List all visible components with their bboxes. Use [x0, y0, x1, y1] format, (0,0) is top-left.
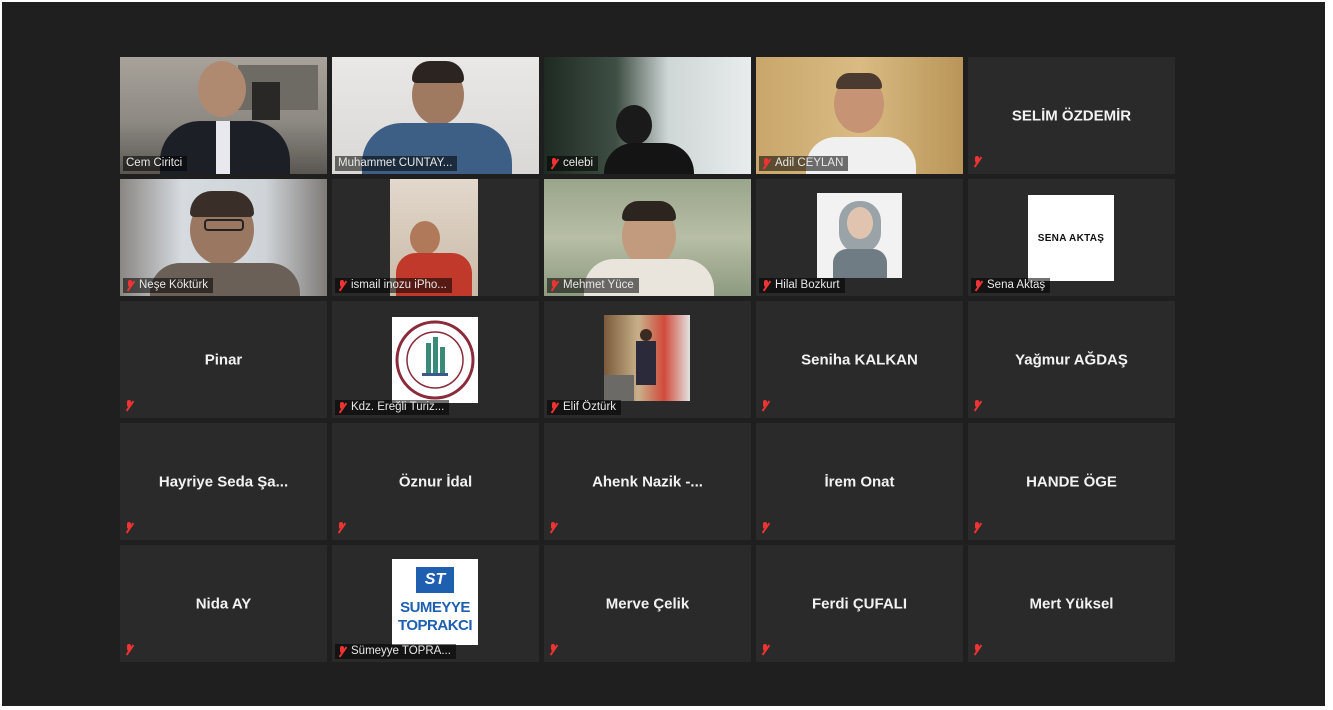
participant-tile-elif-ozturk[interactable]: Elif Öztürk — [544, 301, 751, 418]
participant-grid: Cem Ciritci Muhammet CUNTAY... celebi Ad… — [120, 57, 1175, 662]
participant-tile-nida-ay[interactable]: Nida AY — [120, 545, 327, 662]
participant-tile-selim-ozdemir[interactable]: SELİM ÖZDEMİR — [968, 57, 1175, 174]
participant-name-card: Pinar — [204, 351, 243, 368]
participant-tile-sena-aktas[interactable]: SENA AKTAŞ Sena Aktaş — [968, 179, 1175, 296]
participant-name: Adil CEYLAN — [775, 157, 844, 169]
participant-tile-ismail-inozu[interactable]: ismail inozu iPho... — [332, 179, 539, 296]
participant-tile-nese-kokturk[interactable]: Neşe Köktürk — [120, 179, 327, 296]
microphone-muted-icon — [549, 522, 558, 534]
name-label: Adil CEYLAN — [759, 156, 849, 171]
name-label: Cem Ciritci — [123, 156, 188, 171]
seal-icon — [395, 320, 475, 400]
participant-name: ismail inozu iPho... — [351, 279, 447, 291]
microphone-muted-icon — [973, 644, 982, 656]
microphone-muted-icon — [761, 522, 770, 534]
profile-card-text: SENA AKTAŞ — [1037, 232, 1105, 244]
participant-name: Sena Aktaş — [987, 279, 1046, 291]
profile-picture — [817, 193, 902, 278]
participant-name-card: İrem Onat — [824, 473, 895, 490]
participant-tile-yagmur-agdas[interactable]: Yağmur AĞDAŞ — [968, 301, 1175, 418]
participant-tile-ahenk-nazik[interactable]: Ahenk Nazik -... — [544, 423, 751, 540]
participant-name: Cem Ciritci — [126, 157, 183, 169]
brand-logo-badge: ST — [416, 567, 454, 593]
university-logo — [392, 317, 478, 403]
microphone-muted-icon — [973, 156, 982, 168]
zoom-gallery-view: Cem Ciritci Muhammet CUNTAY... celebi Ad… — [2, 2, 1325, 706]
microphone-muted-icon — [125, 400, 134, 412]
profile-picture — [604, 315, 690, 401]
participant-tile-mert-yuksel[interactable]: Mert Yüksel — [968, 545, 1175, 662]
microphone-muted-icon — [762, 157, 771, 170]
microphone-muted-icon — [125, 522, 134, 534]
name-label: Hilal Bozkurt — [759, 278, 845, 293]
participant-name: Kdz. Ereğli Turiz... — [351, 401, 445, 413]
participant-name: celebi — [563, 157, 594, 169]
participant-tile-cem-ciritci[interactable]: Cem Ciritci — [120, 57, 327, 174]
microphone-muted-icon — [550, 401, 559, 414]
participant-name-card: SELİM ÖZDEMİR — [1011, 107, 1132, 124]
microphone-muted-icon — [338, 401, 347, 414]
participant-name: Sümeyye TOPRA... — [351, 645, 451, 657]
microphone-muted-icon — [338, 279, 347, 292]
participant-tile-sumeyye-toprakci[interactable]: ST SUMEYYE TOPRAKCI Sümeyye TOPRA... — [332, 545, 539, 662]
participant-tile-celebi[interactable]: celebi — [544, 57, 751, 174]
brand-logo-line-1: SUMEYYE — [400, 599, 470, 616]
participant-name-card: Ferdi ÇUFALI — [811, 595, 907, 612]
name-label: celebi — [547, 156, 599, 171]
participant-tile-ferdi-cufali[interactable]: Ferdi ÇUFALI — [756, 545, 963, 662]
microphone-muted-icon — [761, 644, 770, 656]
microphone-muted-icon — [762, 279, 771, 292]
participant-tile-muhammet-cuntay[interactable]: Muhammet CUNTAY... — [332, 57, 539, 174]
microphone-muted-icon — [761, 400, 770, 412]
participant-name: Muhammet CUNTAY... — [338, 157, 453, 169]
participant-tile-irem-onat[interactable]: İrem Onat — [756, 423, 963, 540]
participant-name-card: Mert Yüksel — [1029, 595, 1114, 612]
participant-tile-kdz-eregli[interactable]: Kdz. Ereğli Turiz... — [332, 301, 539, 418]
participant-tile-oznur-idal[interactable]: Öznur İdal — [332, 423, 539, 540]
participant-tile-adil-ceylan[interactable]: Adil CEYLAN — [756, 57, 963, 174]
participant-name-card: Yağmur AĞDAŞ — [1015, 351, 1128, 368]
microphone-muted-icon — [126, 279, 135, 292]
name-label: Kdz. Ereğli Turiz... — [335, 400, 450, 415]
microphone-muted-icon — [973, 522, 982, 534]
microphone-muted-icon — [549, 644, 558, 656]
name-label: Sena Aktaş — [971, 278, 1051, 293]
participant-name-card: HANDE ÖGE — [1026, 473, 1117, 490]
name-label: ismail inozu iPho... — [335, 278, 452, 293]
participant-name-card: Ahenk Nazik -... — [592, 473, 703, 490]
participant-name: Elif Öztürk — [563, 401, 617, 413]
participant-tile-hayriye-seda[interactable]: Hayriye Seda Şa... — [120, 423, 327, 540]
microphone-muted-icon — [338, 645, 347, 658]
participant-tile-mehmet-yuce[interactable]: Mehmet Yüce — [544, 179, 751, 296]
participant-name-card: Seniha KALKAN — [801, 351, 918, 368]
participant-name-card: Öznur İdal — [398, 473, 473, 490]
brand-logo: ST SUMEYYE TOPRAKCI — [392, 559, 478, 645]
participant-tile-hilal-bozkurt[interactable]: Hilal Bozkurt — [756, 179, 963, 296]
microphone-muted-icon — [973, 400, 982, 412]
brand-logo-line-2: TOPRAKCI — [397, 617, 473, 634]
participant-name: Neşe Köktürk — [139, 279, 209, 291]
name-label: Mehmet Yüce — [547, 278, 639, 293]
name-label: Elif Öztürk — [547, 400, 622, 415]
participant-name: Mehmet Yüce — [563, 279, 634, 291]
participant-tile-hande-oge[interactable]: HANDE ÖGE — [968, 423, 1175, 540]
microphone-muted-icon — [125, 644, 134, 656]
name-label: Sümeyye TOPRA... — [335, 644, 456, 659]
participant-tile-seniha-kalkan[interactable]: Seniha KALKAN — [756, 301, 963, 418]
microphone-muted-icon — [974, 279, 983, 292]
participant-tile-pinar[interactable]: Pinar — [120, 301, 327, 418]
microphone-muted-icon — [337, 522, 346, 534]
participant-name-card: Nida AY — [195, 595, 252, 612]
participant-name-card: Hayriye Seda Şa... — [158, 473, 289, 490]
name-label: Muhammet CUNTAY... — [335, 156, 458, 171]
microphone-muted-icon — [550, 279, 559, 292]
participant-name-card: Merve Çelik — [605, 595, 690, 612]
participant-tile-merve-celik[interactable]: Merve Çelik — [544, 545, 751, 662]
name-label: Neşe Köktürk — [123, 278, 214, 293]
microphone-muted-icon — [550, 157, 559, 170]
profile-card: SENA AKTAŞ — [1028, 195, 1114, 281]
participant-name: Hilal Bozkurt — [775, 279, 840, 291]
